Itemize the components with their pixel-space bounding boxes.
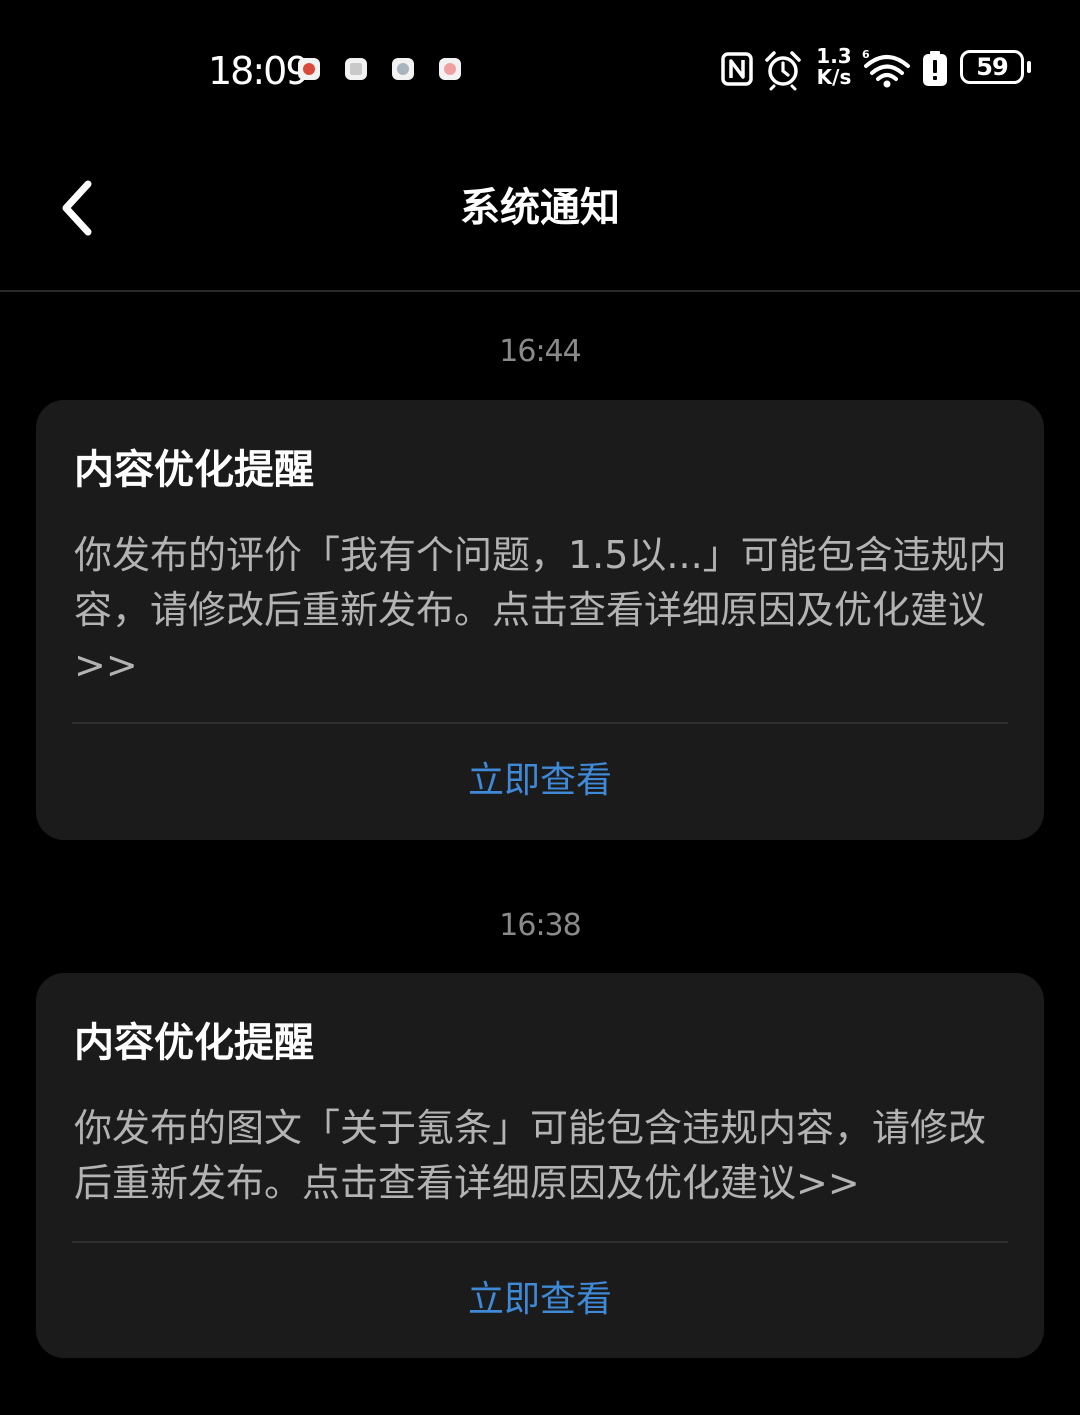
wifi-icon: 6 <box>862 48 910 88</box>
network-speed-unit: K/s <box>816 65 852 89</box>
card-divider <box>72 722 1008 724</box>
battery-warning-icon <box>923 51 947 86</box>
app-notification-icon-3 <box>392 58 414 80</box>
notification-timestamp: 16:38 <box>499 908 581 943</box>
status-time: 18:09 <box>208 49 310 93</box>
card-divider <box>72 1241 1008 1243</box>
alarm-icon <box>765 51 801 91</box>
app-notification-icon-4 <box>439 58 461 80</box>
nfc-icon <box>721 52 753 86</box>
network-speed-value: 1.3 <box>816 44 852 68</box>
svg-text:6: 6 <box>862 48 870 61</box>
notification-card[interactable]: 内容优化提醒 你发布的图文「关于氪条」可能包含违规内容，请修改后重新发布。点击查… <box>36 973 1044 1358</box>
app-notification-icon-1 <box>298 58 320 80</box>
view-now-button[interactable]: 立即查看 <box>36 756 1044 806</box>
notification-card[interactable]: 内容优化提醒 你发布的评价「我有个问题，1.5以...」可能包含违规内容，请修改… <box>36 400 1044 840</box>
notification-body[interactable]: 你发布的评价「我有个问题，1.5以...」可能包含违规内容，请修改后重新发布。点… <box>74 528 1014 693</box>
notification-timestamp: 16:44 <box>499 334 581 369</box>
app-notification-icon-2 <box>345 58 367 80</box>
view-now-button[interactable]: 立即查看 <box>36 1275 1044 1325</box>
network-speed: 1.3 K/s <box>814 46 854 88</box>
battery-level: 59 <box>976 53 1008 81</box>
header: 系统通知 <box>0 140 1080 292</box>
status-bar: 18:09 1.3 K/s 6 59 <box>0 0 1080 140</box>
notification-title: 内容优化提醒 <box>74 447 314 493</box>
battery-icon: 59 <box>960 50 1031 84</box>
page-title: 系统通知 <box>460 185 620 231</box>
notification-body[interactable]: 你发布的图文「关于氪条」可能包含违规内容，请修改后重新发布。点击查看详细原因及优… <box>74 1101 1014 1211</box>
notification-title: 内容优化提醒 <box>74 1020 314 1066</box>
